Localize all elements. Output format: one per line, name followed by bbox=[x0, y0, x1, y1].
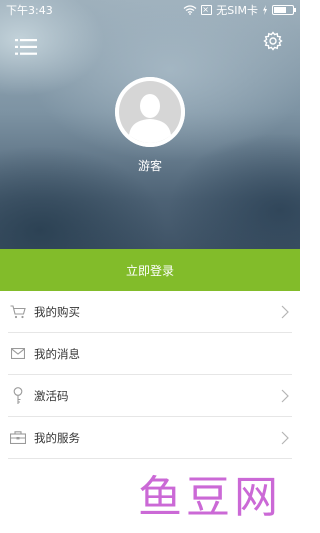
gear-icon[interactable] bbox=[263, 31, 283, 51]
chevron-right-icon bbox=[280, 304, 290, 320]
menu-item-label: 我的购买 bbox=[34, 304, 80, 319]
sim-status-text: 无SIM卡 bbox=[216, 4, 258, 17]
username-label: 游客 bbox=[137, 159, 162, 173]
key-icon bbox=[10, 386, 26, 404]
avatar-silhouette bbox=[115, 77, 185, 147]
menu-item-label: 激活码 bbox=[34, 388, 69, 403]
status-right: × 无SIM卡 bbox=[183, 2, 296, 18]
menu-item-services[interactable]: 我的服务 bbox=[8, 417, 292, 459]
avatar[interactable] bbox=[115, 77, 185, 147]
menu-list: 我的购买 我的消息 激活码 我的服务 bbox=[0, 291, 300, 459]
watermark-logo: 鱼豆网 bbox=[138, 472, 282, 523]
menu-item-label: 我的服务 bbox=[34, 430, 80, 445]
no-sim-icon: × bbox=[201, 5, 213, 15]
login-button[interactable]: 立即登录 bbox=[0, 249, 300, 291]
battery-icon bbox=[272, 5, 296, 15]
menu-item-label: 我的消息 bbox=[34, 346, 80, 361]
briefcase-icon bbox=[10, 430, 26, 446]
cart-icon bbox=[10, 304, 26, 320]
menu-icon[interactable] bbox=[15, 39, 37, 55]
chevron-right-icon bbox=[280, 388, 290, 404]
menu-item-activation-code[interactable]: 激活码 bbox=[8, 375, 292, 417]
charging-icon bbox=[262, 5, 268, 15]
profile-header: 下午3:43 × 无SIM卡 游客 bbox=[0, 0, 300, 249]
status-bar: 下午3:43 × 无SIM卡 bbox=[0, 0, 300, 20]
status-time: 下午3:43 bbox=[6, 4, 53, 17]
chevron-right-icon bbox=[280, 430, 290, 446]
menu-item-purchases[interactable]: 我的购买 bbox=[8, 291, 292, 333]
wifi-icon bbox=[183, 5, 197, 15]
mail-icon bbox=[10, 346, 26, 362]
menu-item-messages[interactable]: 我的消息 bbox=[8, 333, 292, 375]
